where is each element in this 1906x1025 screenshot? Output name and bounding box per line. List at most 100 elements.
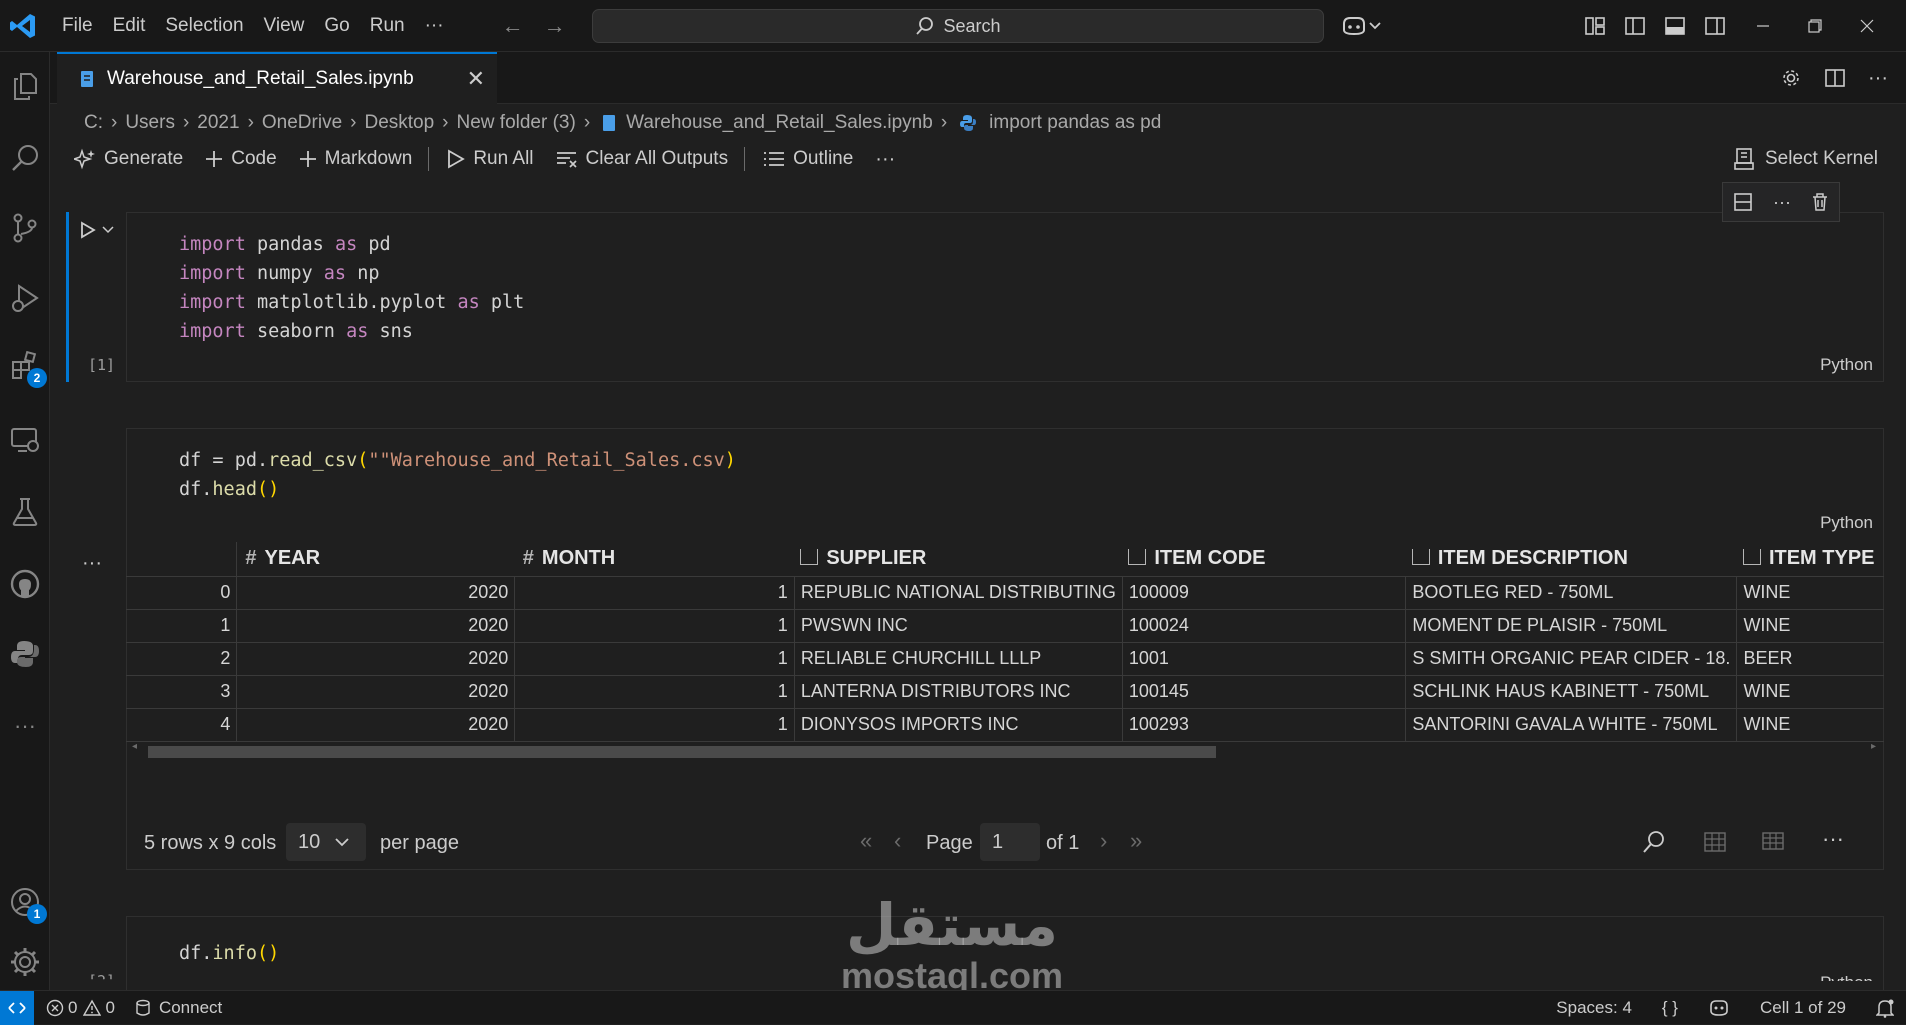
manage-gear-icon[interactable]	[7, 944, 43, 980]
delete-cell-trash-icon[interactable]	[1811, 192, 1829, 212]
breadcrumb-item[interactable]: OneDrive	[262, 112, 342, 134]
indentation-status[interactable]: Spaces: 4	[1556, 998, 1632, 1018]
table-row[interactable]: 2 2020 1 RELIABLE CHURCHILL LLLP 1001 S …	[126, 642, 1884, 676]
grid-settings-icon[interactable]	[1762, 832, 1786, 852]
breadcrumb-item[interactable]: C:	[84, 112, 103, 134]
menu-more[interactable]: ···	[415, 0, 454, 52]
generate-button[interactable]: Generate	[74, 148, 183, 170]
prev-page-icon[interactable]: ‹	[894, 828, 901, 854]
explorer-icon[interactable]	[7, 68, 43, 104]
scrollbar-thumb[interactable]	[148, 746, 1216, 758]
cell-position-status[interactable]: Cell 1 of 29	[1760, 998, 1846, 1018]
menu-edit[interactable]: Edit	[103, 0, 156, 52]
accounts-icon[interactable]: 1	[7, 884, 47, 924]
copilot-button[interactable]	[1340, 0, 1382, 52]
breadcrumb-item[interactable]: Desktop	[364, 112, 434, 134]
table-row[interactable]: 3 2020 1 LANTERNA DISTRIBUTORS INC 10014…	[126, 675, 1884, 709]
split-editor-icon[interactable]	[1824, 67, 1846, 89]
more-views-icon[interactable]: ···	[7, 708, 43, 744]
select-kernel-button[interactable]: Select Kernel	[1733, 144, 1878, 174]
toolbar-more-button[interactable]: ···	[875, 148, 895, 171]
cell-more-actions-icon[interactable]: ···	[1773, 192, 1791, 213]
menu-view[interactable]: View	[254, 0, 315, 52]
breadcrumb-item[interactable]: 2021	[197, 112, 239, 134]
column-header[interactable]: ITEM DESCRIPTION	[1405, 542, 1737, 577]
editor-more-actions-icon[interactable]: ···	[1868, 67, 1888, 90]
command-center-search[interactable]: Search	[592, 9, 1324, 43]
run-cell-button[interactable]	[80, 220, 120, 240]
extensions-icon[interactable]: 2	[7, 348, 47, 388]
column-header[interactable]: ITEM CODE	[1122, 542, 1406, 577]
table-view-icon[interactable]	[1704, 832, 1726, 852]
menu-selection[interactable]: Selection	[155, 0, 253, 52]
scroll-right-arrow-icon[interactable]: ▸	[1871, 741, 1876, 752]
cell-language-label[interactable]: Python	[1820, 355, 1873, 375]
add-markdown-cell-button[interactable]: Markdown	[299, 148, 412, 170]
toggle-secondary-sidebar-icon[interactable]	[1704, 16, 1726, 36]
forward-arrow-icon[interactable]: →	[544, 13, 566, 39]
remote-explorer-icon[interactable]	[7, 422, 43, 458]
close-tab-icon[interactable]: ✕	[467, 66, 485, 92]
toggle-panel-icon[interactable]	[1664, 16, 1686, 36]
page-number-input[interactable]: 1	[980, 823, 1040, 861]
column-header[interactable]: # MONTH	[514, 542, 795, 577]
close-window-icon[interactable]	[1860, 19, 1874, 33]
code-cell[interactable]: import pandas as pd import numpy as np i…	[126, 212, 1884, 382]
breadcrumb-item[interactable]: Users	[125, 112, 175, 134]
table-row[interactable]: 4 2020 1 DIONYSOS IMPORTS INC 100293 SAN…	[126, 708, 1884, 742]
notebook-settings-gear-icon[interactable]	[1780, 67, 1802, 89]
last-page-icon[interactable]: »	[1130, 828, 1142, 854]
menu-file[interactable]: File	[52, 0, 103, 52]
table-row[interactable]: 0 2020 1 REPUBLIC NATIONAL DISTRIBUTING …	[126, 576, 1884, 610]
restore-icon[interactable]	[1808, 19, 1822, 33]
next-page-icon[interactable]: ›	[1100, 828, 1107, 854]
pager-more-icon[interactable]: ···	[1822, 826, 1844, 852]
testing-icon[interactable]	[7, 494, 43, 530]
minimize-icon[interactable]	[1756, 19, 1770, 33]
python-icon[interactable]	[7, 636, 43, 672]
add-code-cell-button[interactable]: Code	[205, 148, 277, 170]
editor-tab-bar: Warehouse_and_Retail_Sales.ipynb ✕ ···	[50, 52, 1906, 104]
breadcrumb-item[interactable]: import pandas as pd	[989, 112, 1161, 134]
back-arrow-icon[interactable]: ←	[502, 13, 524, 39]
menu-go[interactable]: Go	[314, 0, 359, 52]
table-horizontal-scrollbar[interactable]: ◂ ▸	[130, 741, 1880, 758]
language-braces-status[interactable]: { }	[1662, 998, 1678, 1018]
split-cell-icon[interactable]	[1733, 192, 1753, 212]
clear-all-outputs-button[interactable]: Clear All Outputs	[556, 148, 728, 170]
first-page-icon[interactable]: «	[860, 828, 872, 854]
notifications-bell-icon[interactable]	[1876, 998, 1894, 1018]
column-header[interactable]: ITEM TYPE	[1736, 542, 1884, 577]
column-header[interactable]: # YEAR	[236, 542, 515, 577]
github-icon[interactable]	[7, 566, 43, 602]
column-header[interactable]: SUPPLIER	[794, 542, 1123, 577]
cell-execution-count: [2]	[88, 972, 116, 990]
breadcrumb-item[interactable]: Warehouse_and_Retail_Sales.ipynb	[626, 112, 933, 134]
scroll-left-arrow-icon[interactable]: ◂	[132, 741, 137, 752]
copilot-status-icon[interactable]	[1708, 999, 1730, 1017]
run-and-debug-icon[interactable]	[7, 280, 43, 316]
menu-run[interactable]: Run	[360, 0, 415, 52]
toggle-primary-sidebar-icon[interactable]	[1624, 16, 1646, 36]
customize-layout-icon[interactable]	[1584, 16, 1606, 36]
cell-output-more-icon[interactable]: ···	[82, 552, 102, 575]
cell-item-description: MOMENT DE PLAISIR - 750ML	[1405, 609, 1738, 643]
table-row[interactable]: 1 2020 1 PWSWN INC 100024 MOMENT DE PLAI…	[126, 609, 1884, 643]
problems-status[interactable]: 0 0	[46, 998, 115, 1018]
page-size-select[interactable]: 10	[286, 823, 366, 861]
source-control-icon[interactable]	[7, 210, 43, 246]
list-outline-icon	[764, 152, 785, 166]
remote-indicator-button[interactable]	[0, 990, 34, 1025]
search-icon[interactable]	[1642, 830, 1666, 854]
search-icon[interactable]	[7, 140, 43, 176]
breadcrumb-item[interactable]: New folder (3)	[457, 112, 576, 134]
cell-year: 2020	[236, 576, 516, 610]
tab-notebook[interactable]: Warehouse_and_Retail_Sales.ipynb ✕	[57, 52, 497, 104]
cell-language-label[interactable]: Python	[1820, 513, 1873, 533]
play-icon	[448, 149, 466, 169]
connect-status[interactable]: Connect	[135, 998, 222, 1018]
run-all-button[interactable]: Run All	[447, 148, 534, 170]
code-editor[interactable]: df = pd.read_csv(""Warehouse_and_Retail_…	[127, 429, 1883, 543]
outline-button[interactable]: Outline	[763, 148, 853, 170]
code-editor[interactable]: import pandas as pd import numpy as np i…	[127, 213, 1883, 346]
